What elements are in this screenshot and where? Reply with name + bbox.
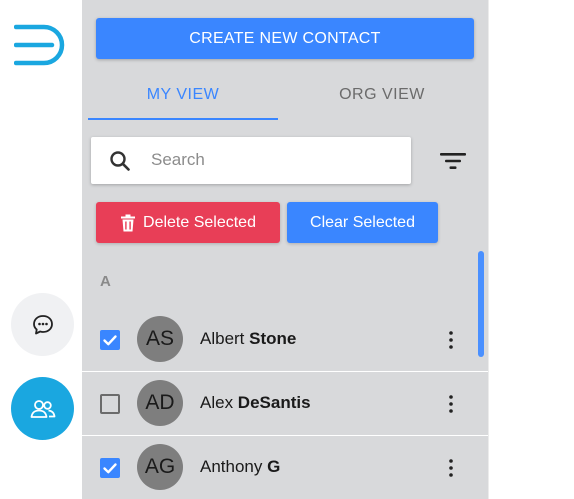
contact-row[interactable]: AD Alex DeSantis — [82, 371, 488, 435]
chat-bubble-icon — [32, 314, 53, 334]
more-options-icon[interactable] — [446, 457, 456, 479]
trash-icon — [121, 214, 136, 231]
detail-pane — [488, 0, 574, 499]
clear-selected-label: Clear Selected — [310, 213, 415, 231]
contact-row[interactable]: AG Anthony G — [82, 435, 488, 499]
delete-selected-button[interactable]: Delete Selected — [96, 202, 280, 243]
avatar: AS — [137, 316, 183, 362]
tab-org-view-label: ORG VIEW — [339, 86, 425, 103]
tab-my-view-label: MY VIEW — [146, 86, 220, 103]
contact-first-name: Albert — [200, 329, 250, 348]
search-box — [91, 137, 411, 184]
contacts-nav-button[interactable] — [11, 377, 74, 440]
contact-first-name: Alex — [200, 393, 238, 412]
clear-selected-button[interactable]: Clear Selected — [287, 202, 438, 243]
search-input[interactable] — [151, 145, 391, 175]
delete-selected-label: Delete Selected — [143, 213, 256, 231]
contact-first-name: Anthony — [200, 457, 268, 476]
scrollbar-thumb[interactable] — [478, 251, 484, 357]
checkmark-icon — [103, 335, 117, 346]
row-checkbox[interactable] — [100, 330, 120, 350]
avatar: AD — [137, 380, 183, 426]
contact-name: Anthony G — [200, 457, 280, 477]
avatar: AG — [137, 444, 183, 490]
contacts-icon — [30, 399, 55, 418]
row-checkbox[interactable] — [100, 394, 120, 414]
contact-last-name: Stone — [249, 329, 297, 348]
checkmark-icon — [103, 463, 117, 474]
contact-name: Albert Stone — [200, 329, 296, 349]
brand-logo-icon[interactable] — [14, 22, 68, 68]
create-contact-label: CREATE NEW CONTACT — [189, 29, 381, 47]
more-options-icon[interactable] — [446, 329, 456, 351]
more-options-icon[interactable] — [446, 393, 456, 415]
search-icon — [110, 151, 130, 171]
contact-row[interactable]: AS Albert Stone — [82, 308, 488, 372]
contact-name: Alex DeSantis — [200, 393, 311, 413]
chat-nav-button[interactable] — [11, 293, 74, 356]
left-rail — [0, 0, 82, 499]
create-contact-button[interactable]: CREATE NEW CONTACT — [96, 18, 474, 59]
contact-last-name: DeSantis — [237, 393, 311, 412]
contacts-panel: CREATE NEW CONTACT MY VIEW ORG VIEW Dele… — [82, 0, 488, 499]
filter-icon[interactable] — [438, 150, 468, 172]
tab-my-view[interactable]: MY VIEW — [88, 82, 278, 120]
row-checkbox[interactable] — [100, 458, 120, 478]
section-header: A — [100, 273, 111, 290]
tab-org-view[interactable]: ORG VIEW — [282, 82, 482, 120]
contact-last-name: G — [267, 457, 281, 476]
